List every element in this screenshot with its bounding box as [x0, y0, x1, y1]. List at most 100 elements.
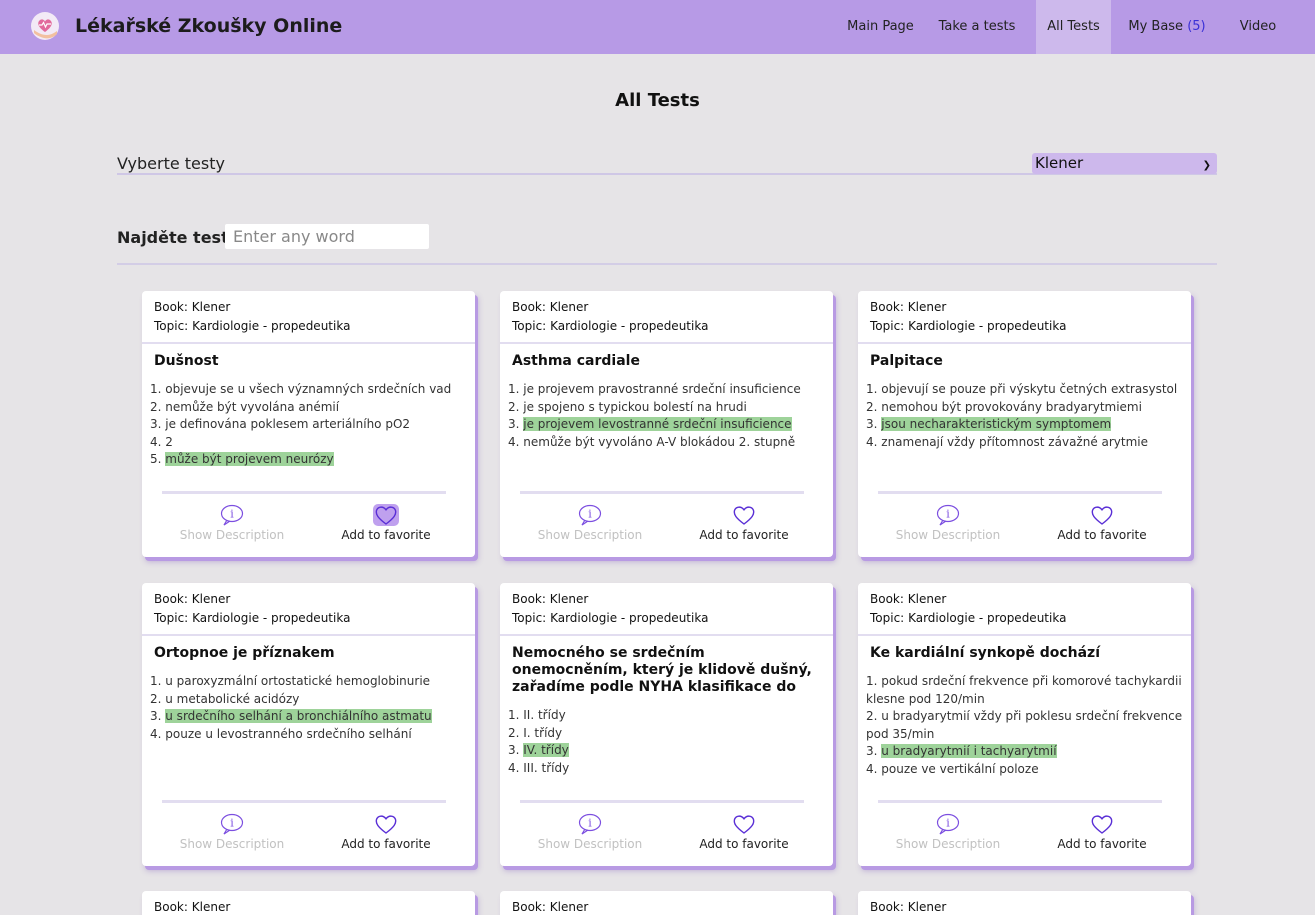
answer-number: 4.: [866, 434, 882, 449]
correct-answer-text: IV. třídy: [523, 743, 569, 757]
question-title: Asthma cardiale: [512, 353, 640, 369]
add-to-favorite-button[interactable]: Add to favorite: [316, 504, 456, 542]
answer-text: nemohou být provokovány bradyarytmiemi: [881, 399, 1142, 414]
book-label: Book:: [512, 900, 546, 914]
info-bubble-icon: i: [578, 504, 602, 526]
answer-text: je spojeno s typickou bolestí na hrudi: [523, 399, 747, 414]
answer-number: 2.: [150, 399, 166, 414]
answer-number: 3.: [508, 743, 524, 757]
answer-item: 1. je projevem pravostranné srdeční insu…: [508, 381, 825, 399]
answer-number: 4.: [150, 434, 166, 449]
answer-number: 5.: [150, 452, 166, 466]
answer-item: 3. u bradyarytmií i tachyarytmií: [866, 743, 1183, 761]
answer-list: 1. objevují se pouze při výskytu četných…: [858, 370, 1191, 451]
nav-spacer: [1293, 0, 1315, 54]
nav-take-tests[interactable]: Take a tests: [930, 0, 1024, 54]
add-to-favorite-button[interactable]: Add to favorite: [1032, 504, 1172, 542]
nav-video-label: Video: [1239, 19, 1277, 34]
answer-item: 3. je definována poklesem arteriálního p…: [150, 416, 467, 434]
answer-number: 1.: [508, 382, 524, 396]
answer-text: u paroxyzmální ortostatické hemoglobinur…: [165, 674, 431, 688]
book-value: Klener: [191, 300, 231, 314]
topic-label: Topic:: [512, 611, 547, 625]
card-book: Book: Klener: [512, 298, 821, 317]
search-input[interactable]: [225, 224, 429, 249]
card-topic: Topic: Kardiologie - propedeutika: [870, 609, 1179, 628]
heart-outline-icon: [1091, 815, 1113, 834]
add-to-favorite-button[interactable]: Add to favorite: [1032, 813, 1172, 851]
show-description-button[interactable]: i Show Description: [878, 504, 1018, 542]
book-select-value: Klener: [1035, 154, 1084, 172]
book-value: Klener: [549, 300, 589, 314]
show-description-button[interactable]: i Show Description: [878, 813, 1018, 851]
answer-text: III. třídy: [523, 760, 570, 775]
card-topic: Topic: Kardiologie - propedeutika: [512, 609, 821, 628]
correct-answer-text: jsou necharakteristickým symptomem: [881, 417, 1112, 431]
add-to-favorite-label: Add to favorite: [699, 837, 789, 851]
correct-answer-text: u srdečního selhání a bronchiálního astm…: [165, 709, 432, 723]
heart-outline-icon: [375, 815, 397, 834]
card-topic: Topic: Kardiologie - propedeutika: [512, 317, 821, 336]
book-value: Klener: [907, 592, 947, 606]
correct-answer-text: u bradyarytmií i tachyarytmií: [881, 744, 1057, 758]
nav-spacer: [920, 0, 930, 54]
add-to-favorite-button[interactable]: Add to favorite: [674, 504, 814, 542]
answer-item: 2. I. třídy: [508, 725, 825, 743]
chevron-down-icon: ❯: [1202, 160, 1211, 171]
book-select[interactable]: Klener ❯: [1032, 153, 1217, 174]
test-card: Book: Klener: [858, 891, 1191, 915]
answer-list: 1. II. třídy 2. I. třídy 3. IV. třídy 4. II…: [500, 696, 833, 777]
correct-answer-text: je projevem levostranné srdeční insufici…: [523, 417, 792, 431]
answer-item: 5. může být projevem neurózy: [150, 451, 467, 469]
show-description-label: Show Description: [895, 528, 1001, 542]
book-label: Book:: [154, 900, 188, 914]
book-label: Book:: [870, 592, 904, 606]
test-card: Book: Klener Topic: Kardiologie - proped…: [500, 583, 833, 866]
add-to-favorite-button[interactable]: Add to favorite: [674, 813, 814, 851]
nav-video[interactable]: Video: [1223, 0, 1293, 54]
book-label: Book:: [512, 592, 546, 606]
answer-text: pouze ve vertikální poloze: [881, 761, 1039, 776]
show-description-button[interactable]: i Show Description: [162, 504, 302, 542]
answer-text: objevuje se u všech významných srdečních…: [165, 382, 452, 396]
brand[interactable]: Lékařské Zkoušky Online: [30, 11, 342, 41]
answer-text: objevují se pouze při výskytu četných ex…: [881, 382, 1178, 396]
book-label: Book:: [512, 300, 546, 314]
card-book: Book: Klener: [154, 590, 463, 609]
show-description-button[interactable]: i Show Description: [520, 813, 660, 851]
top-navbar: Lékařské Zkoušky Online Main Page Take a…: [0, 0, 1315, 54]
book-value: Klener: [907, 900, 947, 914]
test-card: Book: Klener Topic: Kardiologie - proped…: [142, 291, 475, 557]
page-title: All Tests: [615, 90, 700, 111]
answer-number: 4.: [508, 434, 524, 449]
book-label: Book:: [870, 900, 904, 914]
topic-label: Topic:: [512, 319, 547, 333]
book-value: Klener: [549, 900, 589, 914]
test-card: Book: Klener Topic: Kardiologie - proped…: [858, 291, 1191, 557]
add-to-favorite-button[interactable]: Add to favorite: [316, 813, 456, 851]
answer-item: 4. III. třídy: [508, 760, 825, 778]
answer-text: 2: [165, 434, 173, 449]
book-label: Book:: [870, 300, 904, 314]
show-description-button[interactable]: i Show Description: [520, 504, 660, 542]
add-to-favorite-label: Add to favorite: [699, 528, 789, 542]
card-meta: Book: Klener: [858, 891, 1191, 915]
nav-all-tests[interactable]: All Tests: [1036, 0, 1111, 54]
answer-item: 4. pouze ve vertikální poloze: [866, 761, 1183, 779]
card-meta: Book: Klener Topic: Kardiologie - proped…: [500, 291, 833, 344]
answer-text: je definována poklesem arteriálního pO2: [165, 417, 411, 431]
answer-number: 3.: [508, 417, 524, 431]
nav-my-base-label: My Base: [1128, 19, 1184, 34]
card-topic: Topic: Kardiologie - propedeutika: [154, 609, 463, 628]
nav-my-base[interactable]: My Base (5): [1111, 0, 1223, 54]
book-value: Klener: [907, 300, 947, 314]
answer-number: 2.: [508, 725, 524, 740]
show-description-button[interactable]: i Show Description: [162, 813, 302, 851]
nav-main-page[interactable]: Main Page: [841, 0, 920, 54]
answer-number: 4.: [866, 761, 882, 776]
info-bubble-icon: i: [936, 504, 960, 526]
heart-outline-icon: [373, 504, 399, 526]
answer-number: 1.: [508, 708, 524, 722]
card-book: Book: Klener: [512, 898, 821, 915]
answer-item: 1. u paroxyzmální ortostatické hemoglobi…: [150, 673, 467, 691]
